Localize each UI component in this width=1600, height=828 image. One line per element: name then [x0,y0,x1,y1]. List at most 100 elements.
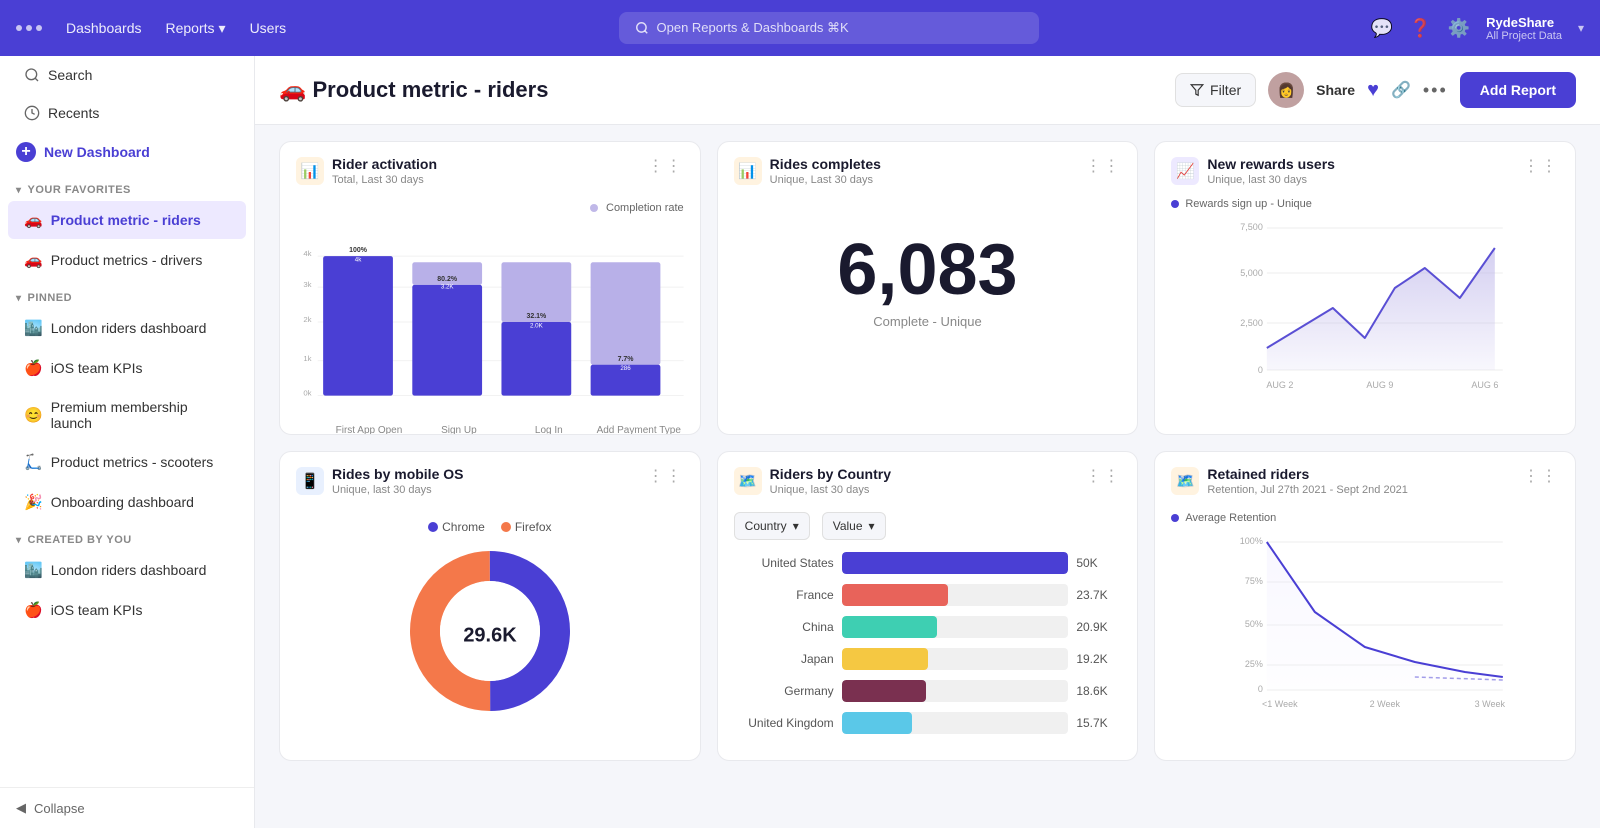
riders-by-country-header: 🗺️ Riders by Country Unique, last 30 day… [718,452,1138,504]
country-filter[interactable]: Country ▾ [734,512,810,540]
app-logo[interactable] [16,25,42,31]
hbar-japan-fill [842,648,928,670]
hbar-uk-track [842,712,1069,734]
retention-chart: Average Retention 100% 75% 50% 25% 0 [1155,504,1575,724]
rides-by-os-menu[interactable]: ⋮⋮ [648,466,684,486]
rides-completes-value-area: 6,083 Complete - Unique [718,194,1138,369]
car-icon: 🚗 [24,211,43,229]
users-nav[interactable]: Users [250,20,287,36]
value-filter[interactable]: Value ▾ [822,512,886,540]
hbar-japan-track [842,648,1069,670]
new-rewards-menu[interactable]: ⋮⋮ [1523,156,1559,176]
filter-button[interactable]: Filter [1175,73,1256,107]
new-rewards-icon: 📈 [1171,157,1199,185]
new-rewards-chart: Rewards sign up - Unique 7,500 5,000 2,5… [1155,194,1575,414]
hbar-japan: Japan 19.2K [734,648,1122,670]
reports-chevron [219,20,226,37]
svg-text:75%: 75% [1245,576,1263,586]
filter-label: Filter [1210,82,1241,98]
settings-icon[interactable]: ⚙️ [1448,18,1470,39]
help-icon[interactable]: ❓ [1409,18,1431,39]
sidebar-item-london-label: London riders dashboard [51,320,207,336]
funnel-chart: Completion rate 4k 3k 2k 1k 0k [280,194,700,434]
more-options-button[interactable]: ••• [1423,80,1448,101]
sidebar-collapse-btn[interactable]: ◀ Collapse [0,787,254,828]
rider-activation-icon: 📊 [296,157,324,185]
sidebar-item-ios-created-label: iOS team KPIs [51,602,143,618]
svg-text:1k: 1k [303,354,311,363]
avatar: 👩 [1268,72,1304,108]
content-area: 🚗 Product metric - riders Filter 👩 Share… [255,56,1600,828]
sidebar-item-product-metric-riders[interactable]: 🚗 Product metric - riders [8,201,246,239]
retained-riders-header: 🗺️ Retained riders Retention, Jul 27th 2… [1155,452,1575,504]
favorite-button[interactable]: ♥ [1367,79,1379,102]
rider-activation-menu[interactable]: ⋮⋮ [648,156,684,176]
retention-legend-label: Average Retention [1185,512,1276,524]
rides-completes-menu[interactable]: ⋮⋮ [1085,156,1121,176]
global-search-box[interactable]: Open Reports & Dashboards ⌘K [619,12,1039,44]
rides-by-os-card: 📱 Rides by mobile OS Unique, last 30 day… [279,451,701,761]
reports-nav[interactable]: Reports [166,20,226,37]
funnel-legend-label: Completion rate [606,202,684,214]
hbar-france: France 23.7K [734,584,1122,606]
sidebar-item-london[interactable]: 🏙️ London riders dashboard [8,309,246,347]
rider-activation-subtitle: Total, Last 30 days [332,174,437,186]
hbar-japan-value: 19.2K [1076,652,1121,666]
hbar-us-label: United States [734,556,834,570]
hbar-germany-value: 18.6K [1076,684,1121,698]
filter-icon [1190,83,1204,97]
svg-text:4k: 4k [355,257,362,264]
riders-by-country-menu[interactable]: ⋮⋮ [1085,466,1121,486]
sidebar-pinned-section[interactable]: ▾ Pinned [0,280,254,308]
sidebar-item-product-metric-drivers[interactable]: 🚗 Product metrics - drivers [8,241,246,279]
rides-completes-card: 📊 Rides completes Unique, Last 30 days ⋮… [717,141,1139,435]
sidebar-favorites-section[interactable]: ▾ Your Favorites [0,172,254,200]
country-filter-chevron: ▾ [793,519,799,533]
hbar-france-fill [842,584,949,606]
rides-completes-value: 6,083 [837,234,1017,306]
sidebar-created-section[interactable]: ▾ Created By You [0,522,254,550]
car-icon-2: 🚗 [24,251,43,269]
content-header: 🚗 Product metric - riders Filter 👩 Share… [255,56,1600,125]
rider-activation-header: 📊 Rider activation Total, Last 30 days ⋮… [280,142,700,194]
sidebar-item-onboarding[interactable]: 🎉 Onboarding dashboard [8,483,246,521]
search-icon [635,21,649,35]
hbar-uk: United Kingdom 15.7K [734,712,1122,734]
sidebar-item-ios-created[interactable]: 🍎 iOS team KPIs [8,591,246,629]
x-label-login: Log In [504,425,594,435]
pinned-label: Pinned [28,292,73,304]
hbar-germany: Germany 18.6K [734,680,1122,702]
rewards-legend-dot [1171,200,1179,208]
chat-icon[interactable]: 💬 [1371,18,1393,39]
svg-text:4k: 4k [303,249,311,258]
riders-by-country-subtitle: Unique, last 30 days [770,484,891,496]
dashboard-grid: 📊 Rider activation Total, Last 30 days ⋮… [255,125,1600,777]
add-report-button[interactable]: Add Report [1460,72,1576,108]
hbar-japan-label: Japan [734,652,834,666]
copy-link-button[interactable]: 🔗 [1391,80,1411,100]
donut-legend: Chrome Firefox [428,520,551,534]
user-info[interactable]: RydeShare All Project Data [1486,15,1562,42]
sidebar-item-scooters[interactable]: 🛴 Product metrics - scooters [8,443,246,481]
funnel-legend: Completion rate [296,202,684,214]
share-button[interactable]: Share [1316,82,1355,98]
rides-by-os-header: 📱 Rides by mobile OS Unique, last 30 day… [280,452,700,504]
user-menu-chevron[interactable] [1578,21,1584,35]
rides-completes-icon: 📊 [734,157,762,185]
sidebar-item-ios[interactable]: 🍎 iOS team KPIs [8,349,246,387]
dashboards-nav[interactable]: Dashboards [66,20,142,36]
svg-text:3.2K: 3.2K [441,284,455,291]
sidebar-item-premium[interactable]: 😊 Premium membership launch [8,389,246,441]
sidebar-item-london-created[interactable]: 🏙️ London riders dashboard [8,551,246,589]
new-rewards-header: 📈 New rewards users Unique, last 30 days… [1155,142,1575,194]
sidebar-search[interactable]: Search [8,57,246,93]
retained-riders-menu[interactable]: ⋮⋮ [1523,466,1559,486]
sidebar-new-dashboard[interactable]: + New Dashboard [0,132,254,172]
svg-text:AUG 6: AUG 6 [1472,380,1499,390]
svg-text:2,500: 2,500 [1241,318,1264,328]
hbar-france-track [842,584,1069,606]
new-rewards-title: New rewards users [1207,156,1335,172]
svg-text:29.6K: 29.6K [463,624,517,646]
retention-legend-dot [1171,514,1179,522]
sidebar-recents[interactable]: Recents [8,95,246,131]
